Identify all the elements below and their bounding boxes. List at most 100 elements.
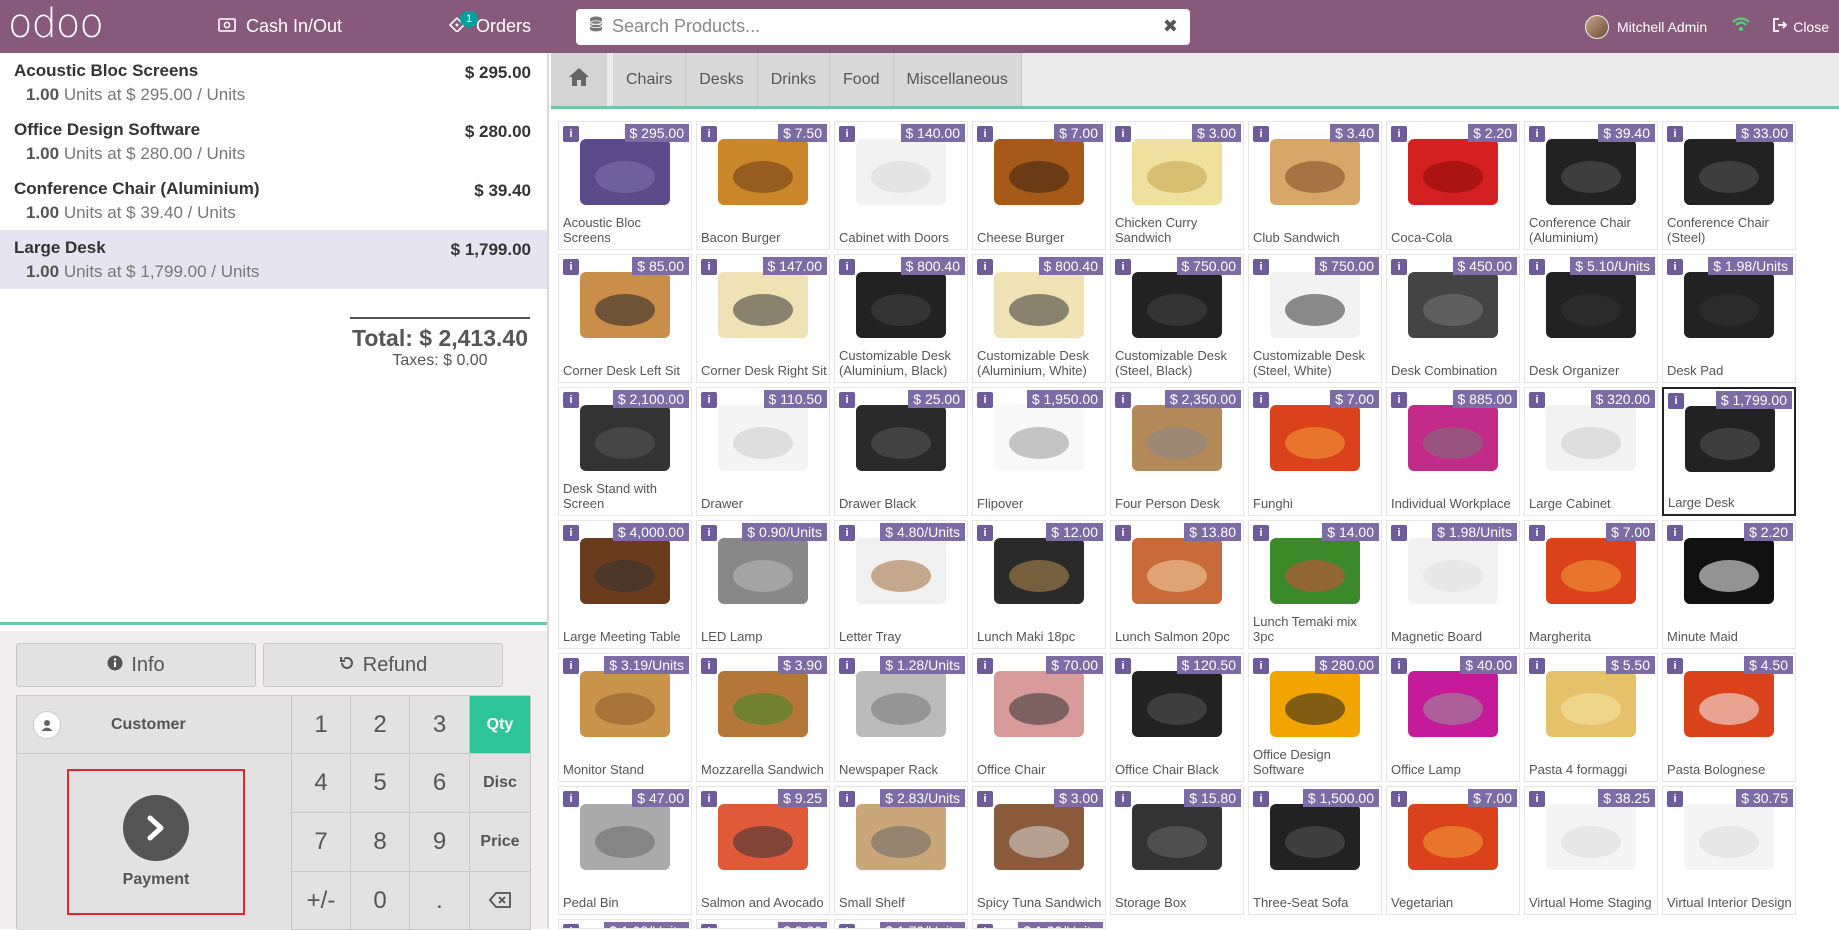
- product-card[interactable]: i $ 5.10/Units Desk Organizer: [1524, 254, 1658, 383]
- product-info-icon[interactable]: i: [1253, 525, 1269, 541]
- product-card[interactable]: i $ 2,100.00 Desk Stand with Screen: [558, 387, 692, 516]
- product-info-icon[interactable]: i: [1391, 259, 1407, 275]
- numpad-key-plus-minus[interactable]: +/-: [292, 872, 351, 930]
- product-info-icon[interactable]: i: [563, 791, 579, 807]
- product-info-icon[interactable]: i: [701, 259, 717, 275]
- product-info-icon[interactable]: i: [701, 791, 717, 807]
- product-info-icon[interactable]: i: [1253, 392, 1269, 408]
- product-card[interactable]: i $ 1,799.00 Large Desk: [1662, 387, 1796, 516]
- product-card[interactable]: i $ 120.50 Office Chair Black: [1110, 653, 1244, 782]
- product-info-icon[interactable]: i: [1115, 525, 1131, 541]
- product-info-icon[interactable]: i: [1667, 658, 1683, 674]
- category-desks[interactable]: Desks: [686, 53, 758, 106]
- numpad-key-7[interactable]: 7: [292, 813, 351, 872]
- product-info-icon[interactable]: i: [839, 525, 855, 541]
- product-info-icon[interactable]: i: [563, 525, 579, 541]
- product-info-icon[interactable]: i: [1667, 126, 1683, 142]
- backspace-button[interactable]: [470, 872, 531, 930]
- order-line-selected[interactable]: Large Desk $ 1,799.00 1.00 Units at $ 1,…: [0, 230, 547, 289]
- product-card-partial[interactable]: i $ 1.70/Units: [834, 919, 968, 929]
- numpad-key-3[interactable]: 3: [410, 696, 470, 754]
- product-card[interactable]: i $ 3.00 Chicken Curry Sandwich: [1110, 121, 1244, 250]
- product-card[interactable]: i $ 800.40 Customizable Desk (Aluminium, B…: [834, 254, 968, 383]
- product-card[interactable]: i $ 750.00 Customizable Desk (Steel, White…: [1248, 254, 1382, 383]
- product-info-icon[interactable]: i: [1115, 259, 1131, 275]
- product-info-icon[interactable]: i: [1391, 126, 1407, 142]
- product-info-icon[interactable]: i: [977, 924, 993, 928]
- product-card-partial[interactable]: i $ 1.20/Units: [972, 919, 1106, 929]
- product-info-icon[interactable]: i: [977, 791, 993, 807]
- product-info-icon[interactable]: i: [1529, 658, 1545, 674]
- product-card[interactable]: i $ 14.00 Lunch Temaki mix 3pc: [1248, 520, 1382, 649]
- product-card[interactable]: i $ 3.40 Club Sandwich: [1248, 121, 1382, 250]
- product-card[interactable]: i $ 280.00 Office Design Software: [1248, 653, 1382, 782]
- product-info-icon[interactable]: i: [1529, 259, 1545, 275]
- product-card[interactable]: i $ 7.00 Vegetarian: [1386, 786, 1520, 915]
- product-info-icon[interactable]: i: [977, 126, 993, 142]
- product-card[interactable]: i $ 885.00 Individual Workplace: [1386, 387, 1520, 516]
- product-info-icon[interactable]: i: [1115, 658, 1131, 674]
- price-mode-button[interactable]: Price: [470, 813, 531, 872]
- product-card[interactable]: i $ 0.90/Units LED Lamp: [696, 520, 830, 649]
- product-info-icon[interactable]: i: [1253, 791, 1269, 807]
- product-card[interactable]: i $ 4.80/Units Letter Tray: [834, 520, 968, 649]
- product-card[interactable]: i $ 9.25 Salmon and Avocado: [696, 786, 830, 915]
- product-card[interactable]: i $ 3.00 Spicy Tuna Sandwich: [972, 786, 1106, 915]
- user-menu[interactable]: Mitchell Admin: [1584, 14, 1707, 39]
- product-info-icon[interactable]: i: [839, 658, 855, 674]
- product-card[interactable]: i $ 320.00 Large Cabinet: [1524, 387, 1658, 516]
- cash-in-out-button[interactable]: Cash In/Out: [200, 0, 430, 53]
- product-card[interactable]: i $ 2.20 Minute Maid: [1662, 520, 1796, 649]
- clear-search-icon[interactable]: ✖: [1163, 16, 1178, 37]
- product-card[interactable]: i $ 3.19/Units Monitor Stand: [558, 653, 692, 782]
- product-info-icon[interactable]: i: [1391, 392, 1407, 408]
- product-card[interactable]: i $ 147.00 Corner Desk Right Sit: [696, 254, 830, 383]
- category-chairs[interactable]: Chairs: [613, 53, 687, 106]
- product-info-icon[interactable]: i: [1529, 392, 1545, 408]
- product-info-icon[interactable]: i: [1115, 392, 1131, 408]
- order-line[interactable]: Acoustic Bloc Screens $ 295.00 1.00 Unit…: [0, 53, 547, 112]
- product-info-icon[interactable]: i: [1667, 525, 1683, 541]
- product-card[interactable]: i $ 85.00 Corner Desk Left Sit: [558, 254, 692, 383]
- product-card[interactable]: i $ 30.75 Virtual Interior Design: [1662, 786, 1796, 915]
- product-card[interactable]: i $ 38.25 Virtual Home Staging: [1524, 786, 1658, 915]
- product-info-icon[interactable]: i: [701, 392, 717, 408]
- product-card[interactable]: i $ 13.80 Lunch Salmon 20pc: [1110, 520, 1244, 649]
- product-card[interactable]: i $ 47.00 Pedal Bin: [558, 786, 692, 915]
- disc-mode-button[interactable]: Disc: [470, 754, 531, 813]
- product-card[interactable]: i $ 3.90 Mozzarella Sandwich: [696, 653, 830, 782]
- product-card[interactable]: i $ 2.20 Coca-Cola: [1386, 121, 1520, 250]
- numpad-key-2[interactable]: 2: [351, 696, 410, 754]
- product-card[interactable]: i $ 295.00 Acoustic Bloc Screens: [558, 121, 692, 250]
- customer-button[interactable]: Customer: [17, 696, 292, 754]
- orders-button[interactable]: 1 Orders: [430, 0, 560, 53]
- refund-button[interactable]: Refund: [263, 643, 503, 687]
- product-info-icon[interactable]: i: [977, 658, 993, 674]
- numpad-key-0[interactable]: 0: [351, 872, 410, 930]
- product-info-icon[interactable]: i: [1529, 525, 1545, 541]
- product-card[interactable]: i $ 15.80 Storage Box: [1110, 786, 1244, 915]
- category-food[interactable]: Food: [830, 53, 894, 106]
- product-card[interactable]: i $ 1.28/Units Newspaper Rack: [834, 653, 968, 782]
- product-card-partial[interactable]: i $ 1.98/Units: [558, 919, 692, 929]
- product-info-icon[interactable]: i: [563, 392, 579, 408]
- numpad-key-4[interactable]: 4: [292, 754, 351, 813]
- product-info-icon[interactable]: i: [839, 791, 855, 807]
- product-card[interactable]: i $ 12.00 Lunch Maki 18pc: [972, 520, 1106, 649]
- product-card[interactable]: i $ 33.00 Conference Chair (Steel): [1662, 121, 1796, 250]
- product-info-icon[interactable]: i: [839, 392, 855, 408]
- order-line[interactable]: Conference Chair (Aluminium) $ 39.40 1.0…: [0, 171, 547, 230]
- product-info-icon[interactable]: i: [839, 126, 855, 142]
- product-card[interactable]: i $ 7.00 Funghi: [1248, 387, 1382, 516]
- product-info-icon[interactable]: i: [1115, 791, 1131, 807]
- product-card[interactable]: i $ 25.00 Drawer Black: [834, 387, 968, 516]
- product-info-icon[interactable]: i: [1529, 126, 1545, 142]
- info-button[interactable]: Info: [16, 643, 256, 687]
- product-info-icon[interactable]: i: [1391, 525, 1407, 541]
- product-card[interactable]: i $ 800.40 Customizable Desk (Aluminium, W…: [972, 254, 1106, 383]
- home-category-button[interactable]: [551, 53, 607, 106]
- order-line[interactable]: Office Design Software $ 280.00 1.00 Uni…: [0, 112, 547, 171]
- product-card[interactable]: i $ 2.83/Units Small Shelf: [834, 786, 968, 915]
- product-info-icon[interactable]: i: [1529, 791, 1545, 807]
- product-card[interactable]: i $ 1,500.00 Three-Seat Sofa: [1248, 786, 1382, 915]
